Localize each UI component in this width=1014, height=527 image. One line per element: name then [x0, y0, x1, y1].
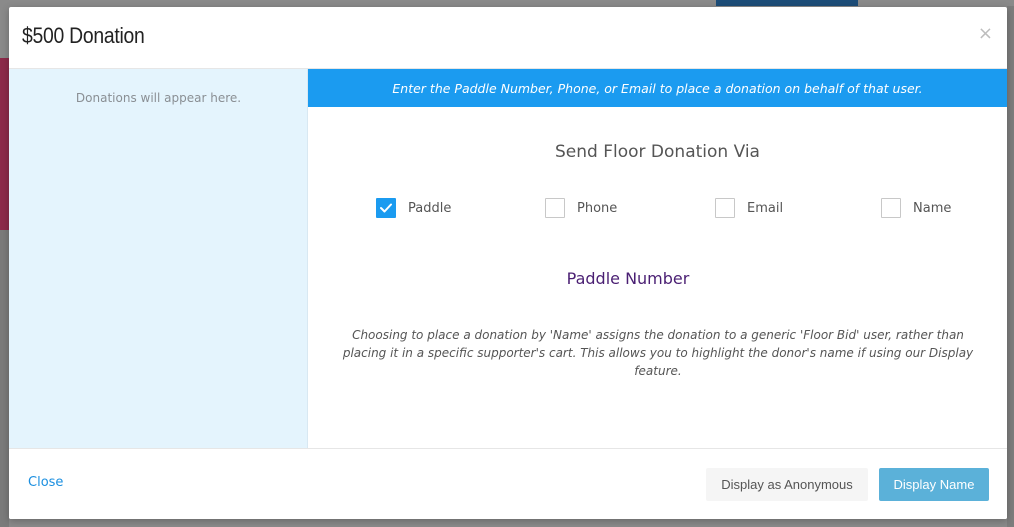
paddle-number-label: Paddle Number: [566, 269, 690, 288]
option-phone[interactable]: Phone: [545, 196, 617, 220]
background-accent-strip: [0, 58, 9, 230]
display-anonymous-button[interactable]: Display as Anonymous: [706, 468, 868, 501]
empty-state-text: Donations will appear here.: [75, 91, 242, 105]
option-email-label: Email: [747, 200, 784, 216]
option-email[interactable]: Email: [715, 196, 783, 220]
modal-title: $500 Donation: [22, 23, 145, 48]
modal-footer: Close Display as Anonymous Display Name: [9, 448, 1007, 519]
paddle-checkbox[interactable]: [376, 198, 396, 218]
background-left-panel: [0, 230, 9, 527]
name-checkbox[interactable]: [881, 198, 901, 218]
email-checkbox[interactable]: [715, 198, 735, 218]
donation-modal: $500 Donation × Donations will appear he…: [9, 7, 1007, 519]
modal-header: $500 Donation ×: [9, 7, 1007, 69]
check-icon: [380, 203, 392, 213]
option-name-label: Name: [913, 200, 952, 216]
background-header-tab: [716, 0, 858, 6]
option-paddle[interactable]: Paddle: [376, 196, 451, 220]
option-name[interactable]: Name: [881, 196, 951, 220]
name-option-note: Choosing to place a donation by 'Name' a…: [342, 328, 974, 378]
display-name-button[interactable]: Display Name: [879, 468, 989, 501]
background-right-panel: [1007, 6, 1014, 527]
info-banner: Enter the Paddle Number, Phone, or Email…: [308, 69, 1007, 107]
option-paddle-label: Paddle: [408, 200, 452, 216]
option-phone-label: Phone: [577, 200, 618, 216]
send-via-title: Send Floor Donation Via: [555, 142, 760, 162]
donation-form-panel: Enter the Paddle Number, Phone, or Email…: [308, 69, 1007, 448]
close-link[interactable]: Close: [28, 475, 63, 490]
phone-checkbox[interactable]: [545, 198, 565, 218]
close-icon[interactable]: ×: [978, 25, 993, 43]
donations-list-panel: Donations will appear here.: [9, 69, 308, 448]
